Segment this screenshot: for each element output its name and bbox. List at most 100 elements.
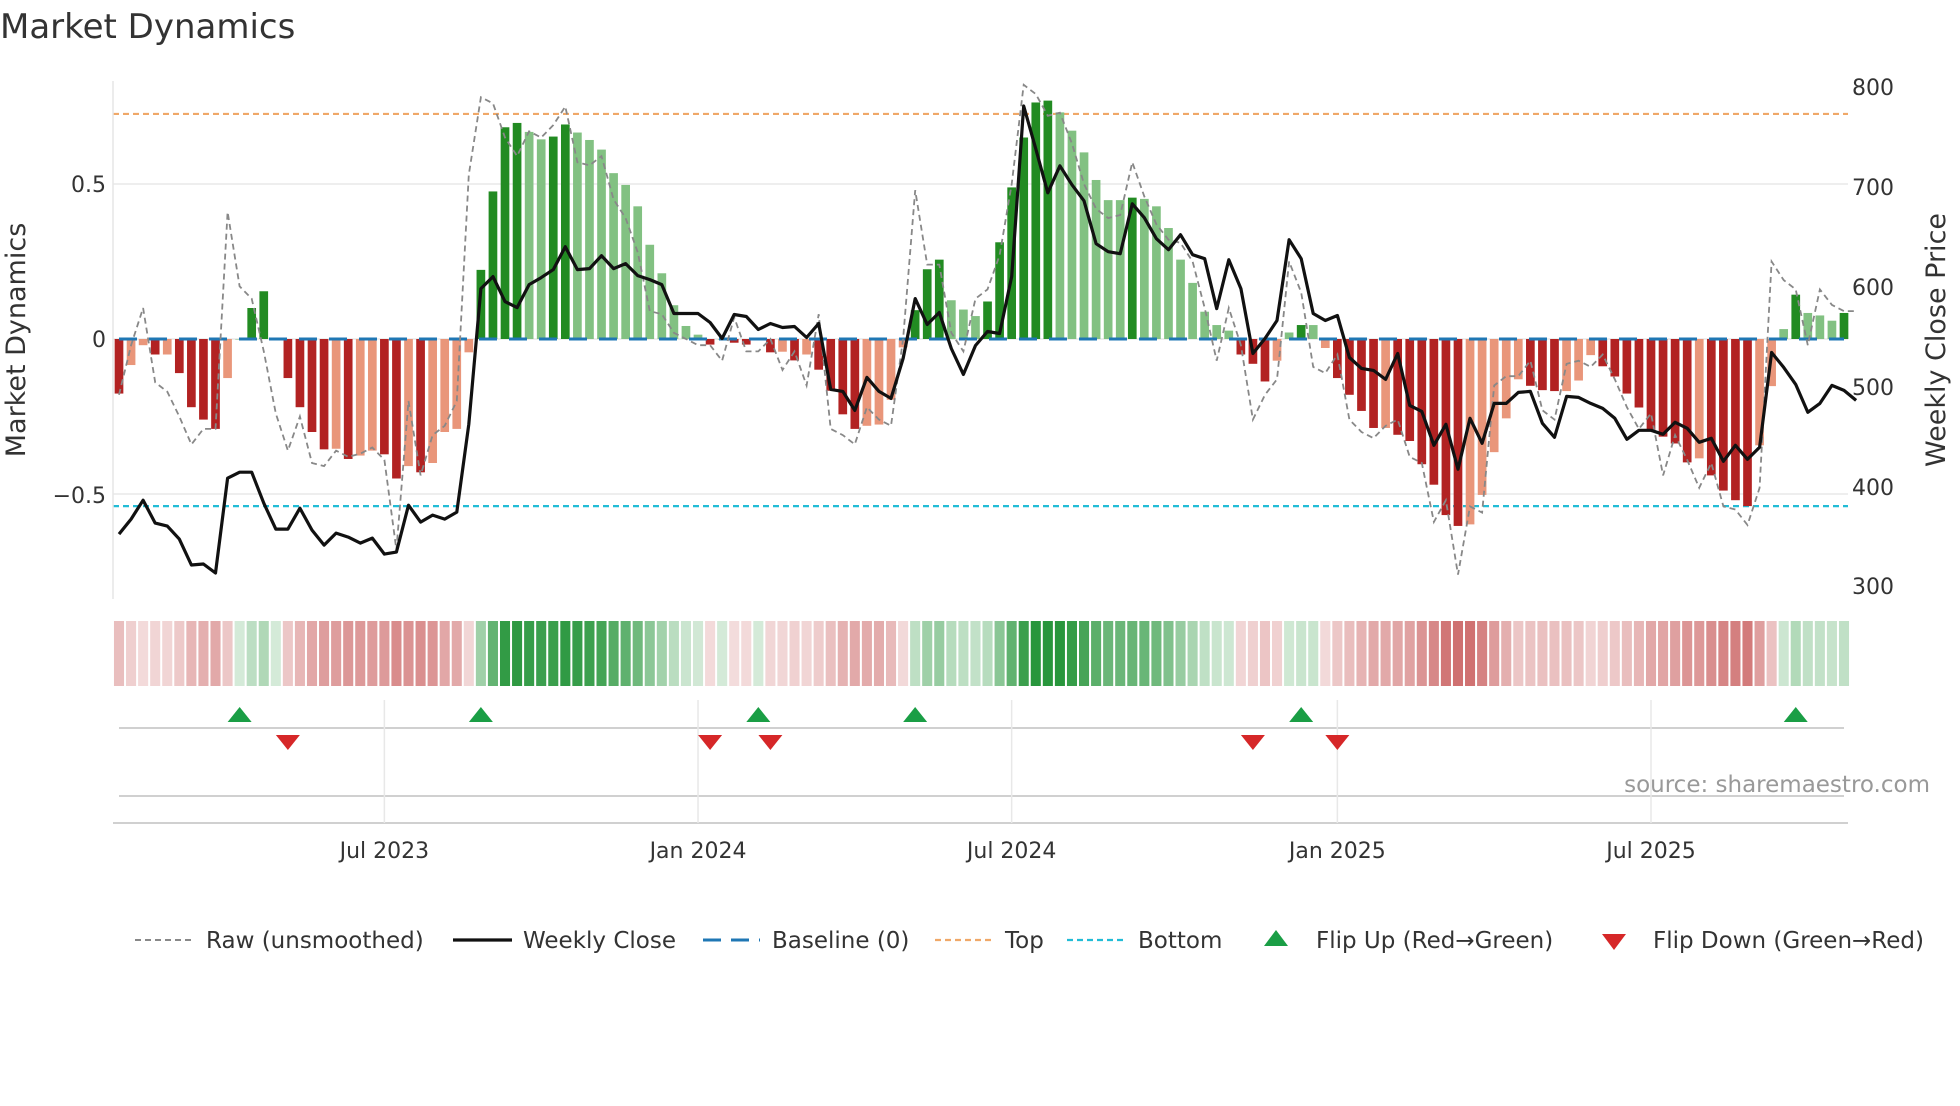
flip-down-marker (275, 735, 300, 750)
heat-cell (572, 621, 583, 686)
heat-cell (1826, 621, 1837, 686)
heat-cell (1790, 621, 1801, 686)
heat-cell (1199, 621, 1210, 686)
histogram-bars (114, 100, 1849, 526)
histogram-bar (850, 339, 860, 429)
heat-cell (632, 621, 643, 686)
histogram-bar (1200, 311, 1210, 339)
flip-down-marker (758, 735, 783, 750)
heat-cell (1054, 621, 1065, 686)
y-tick-label: −0.5 (53, 484, 106, 509)
heat-cell (186, 621, 197, 686)
flip-up-marker (903, 707, 928, 722)
legend-baseline-label: Baseline (0) (772, 928, 909, 954)
flip-down-marker (1240, 735, 1265, 750)
heat-cell (1718, 621, 1729, 686)
histogram-bar (1622, 339, 1632, 394)
heat-cell (524, 621, 535, 686)
heat-cell (1694, 621, 1705, 686)
heat-cell (644, 621, 655, 686)
heat-cell (1452, 621, 1464, 686)
heat-cell (873, 621, 884, 686)
heat-cell (210, 621, 221, 686)
heat-cell (1356, 621, 1367, 686)
heat-cell (1428, 621, 1439, 686)
flip-up-marker (227, 707, 252, 722)
chart-title: Market Dynamics (0, 7, 295, 47)
heat-cell (885, 621, 897, 686)
histogram-bar (259, 291, 269, 339)
legend-raw-label: Raw (unsmoothed) (206, 928, 424, 954)
histogram-bar (838, 339, 848, 415)
heat-cell (922, 621, 933, 686)
heat-cell (717, 621, 728, 686)
histogram-bar (307, 339, 317, 432)
histogram-bar (1236, 339, 1246, 355)
heat-cell (982, 621, 993, 686)
heat-cell (1151, 621, 1162, 686)
flip-down-icon (1602, 934, 1626, 950)
heat-cell (789, 621, 800, 686)
x-tick-label: Jul 2023 (338, 839, 430, 864)
heat-cell (1018, 621, 1029, 686)
flip-up-marker (468, 707, 493, 722)
heat-cell (1754, 621, 1765, 686)
histogram-bar (283, 339, 293, 379)
heat-cell (1380, 621, 1391, 686)
heat-cell (1658, 621, 1669, 686)
heat-cell (391, 621, 402, 686)
heat-cell (596, 621, 607, 686)
y-tick-label: 0.5 (71, 173, 106, 198)
heat-cell (174, 621, 185, 686)
histogram-bar (319, 339, 329, 450)
histogram-bar (1839, 312, 1849, 339)
heat-cell (113, 621, 125, 686)
legend-bottom-label: Bottom (1138, 928, 1222, 954)
heat-cell (934, 621, 945, 686)
histogram-bar (223, 339, 232, 379)
heat-cell (813, 621, 824, 686)
flip-up-marker (1783, 707, 1808, 722)
heat-cell (1079, 621, 1090, 686)
heat-cell (898, 621, 909, 686)
histogram-bar (1079, 152, 1089, 339)
heat-cell (162, 621, 173, 686)
histogram-bar (585, 139, 594, 339)
histogram-bar (1827, 320, 1837, 339)
histogram-bar (500, 127, 510, 340)
heat-cell (282, 621, 293, 686)
flip-up-marker (1289, 707, 1314, 722)
histogram-bar (488, 191, 498, 339)
flip-up-icon (1264, 930, 1288, 946)
heat-cell (1211, 621, 1222, 686)
histogram-bar (922, 269, 932, 339)
histogram-bar (1670, 339, 1680, 444)
heat-cell (1838, 621, 1850, 686)
heat-cell (958, 621, 969, 686)
y2-tick-label: 800 (1852, 76, 1894, 101)
histogram-bar (331, 339, 341, 449)
heat-cell (1682, 621, 1693, 686)
heat-cell (1175, 621, 1186, 686)
heat-cell (1513, 621, 1524, 686)
heat-cell (1091, 621, 1102, 686)
histogram-bar (1719, 339, 1728, 491)
heat-cell (150, 621, 161, 686)
heat-cell (1766, 621, 1777, 686)
histogram-bar (971, 316, 980, 339)
heat-cell (656, 621, 667, 686)
heat-cell (825, 621, 836, 686)
heat-cell (1139, 621, 1150, 686)
histogram-bar (778, 339, 787, 352)
histogram-bar (1043, 100, 1053, 339)
heat-cell (222, 621, 233, 686)
histogram-bar (138, 339, 148, 346)
histogram-bar (1610, 339, 1620, 377)
y-axis-label: Market Dynamics (1, 223, 32, 458)
heat-cell (1103, 621, 1114, 686)
histogram-bar (1538, 339, 1547, 391)
heat-cell (1670, 621, 1681, 686)
heat-cell (970, 621, 981, 686)
heat-cell (1477, 621, 1488, 686)
heat-cell (1006, 621, 1017, 686)
